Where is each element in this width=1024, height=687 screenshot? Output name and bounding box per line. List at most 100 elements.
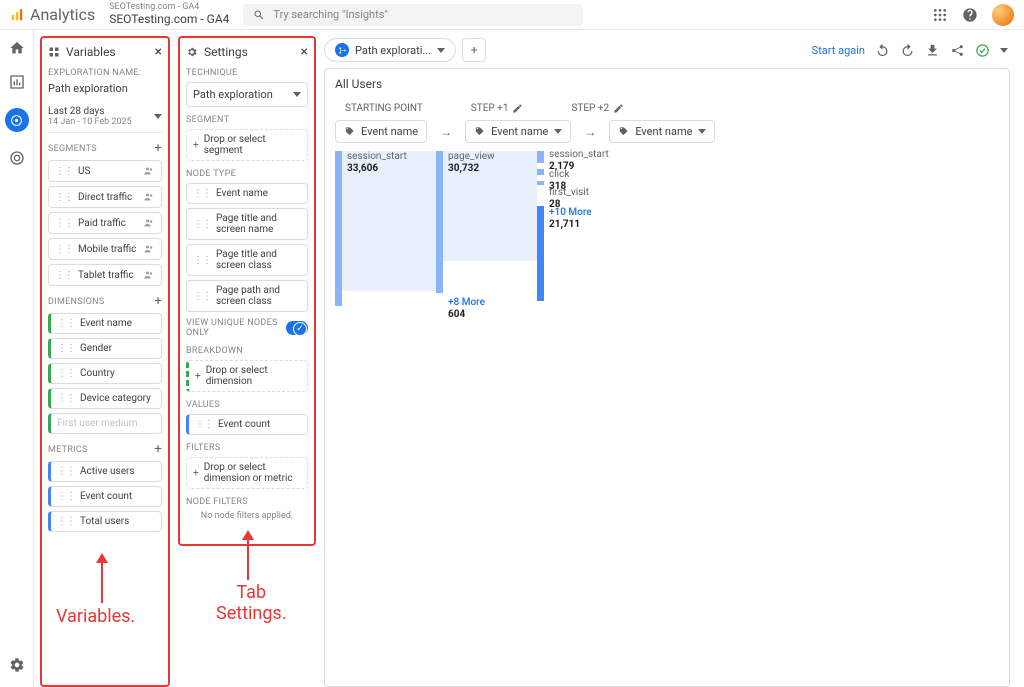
variables-title: Variables — [66, 45, 116, 59]
sankey-diagram: session_start33,606 page_view30,732 +8 M… — [335, 151, 999, 351]
add-dimension-button[interactable]: + — [154, 294, 162, 309]
annotation-tab-settings: Tab Settings. — [216, 582, 286, 624]
pencil-icon[interactable] — [512, 103, 523, 114]
search-box[interactable]: Try searching "Insights" — [243, 4, 583, 26]
metric-chip[interactable]: ⋮⋮Total users — [48, 511, 162, 532]
nodetype-chip[interactable]: ⋮⋮Event name — [186, 183, 308, 204]
segment-dropzone[interactable]: +Drop or select segment — [186, 129, 308, 161]
advertising-icon[interactable] — [9, 150, 25, 166]
drag-handle-icon: ⋮⋮ — [55, 218, 73, 229]
drag-handle-icon: ⋮⋮ — [55, 244, 73, 255]
node-bar-s2-2[interactable] — [537, 169, 544, 175]
segment-chip[interactable]: ⋮⋮Paid traffic — [48, 212, 162, 234]
chevron-down-icon — [154, 114, 162, 119]
chevron-down-icon — [293, 92, 301, 97]
tag-icon — [474, 126, 485, 137]
breakdown-dropzone[interactable]: +Drop or select dimension — [186, 360, 308, 392]
property-selector[interactable]: SEOTesting.com - GA4 SEOTesting.com - GA… — [109, 3, 229, 26]
chevron-down-icon — [1000, 48, 1008, 53]
add-segment-button[interactable]: + — [154, 141, 162, 156]
metric-chip[interactable]: ⋮⋮Event count — [48, 486, 162, 507]
group-icon — [143, 269, 155, 281]
date-range-selector[interactable]: Last 28 days 14 Jan - 10 Feb 2025 — [48, 101, 162, 133]
dimension-chip[interactable]: ⋮⋮Device category — [48, 388, 162, 409]
step-pill-1[interactable]: Event name — [465, 120, 571, 143]
node-bar-s1[interactable] — [436, 151, 443, 293]
variables-icon — [48, 46, 60, 58]
brand-text: Analytics — [30, 5, 95, 24]
drag-handle-icon: ⋮⋮ — [55, 270, 73, 281]
chevron-down-icon — [698, 129, 706, 134]
explore-nav-active[interactable] — [5, 108, 29, 132]
settings-panel: Settings × TECHNIQUE Path exploration SE… — [178, 36, 316, 546]
segment-chip[interactable]: ⋮⋮Mobile traffic — [48, 238, 162, 260]
close-settings-button[interactable]: × — [301, 44, 308, 60]
undo-icon[interactable] — [875, 43, 890, 58]
group-icon — [143, 217, 155, 229]
nodetype-chip[interactable]: ⋮⋮Page path and screen class — [186, 280, 308, 312]
analytics-icon — [10, 8, 24, 22]
admin-settings-icon[interactable] — [9, 657, 25, 673]
dimension-chip[interactable]: ⋮⋮Country — [48, 363, 162, 384]
drag-handle-icon: ⋮⋮ — [193, 188, 211, 199]
node-bar-s2-1[interactable] — [537, 151, 544, 163]
close-variables-button[interactable]: × — [155, 44, 162, 60]
arrow-right-icon: → — [437, 123, 455, 141]
exploration-tab[interactable]: Path explorati... — [324, 38, 456, 62]
nodetype-chip[interactable]: ⋮⋮Page title and screen name — [186, 208, 308, 240]
nodetype-chip[interactable]: ⋮⋮Page title and screen class — [186, 244, 308, 276]
explore-icon — [10, 114, 23, 127]
step-pill-start[interactable]: Event name — [335, 120, 427, 143]
top-bar: Analytics SEOTesting.com - GA4 SEOTestin… — [0, 0, 1024, 30]
drag-handle-icon: ⋮⋮ — [55, 166, 73, 177]
segment-chip[interactable]: ⋮⋮US — [48, 160, 162, 182]
node-bar-s2-3[interactable] — [537, 181, 544, 185]
segment-chip[interactable]: ⋮⋮Direct traffic — [48, 186, 162, 208]
pencil-icon[interactable] — [613, 103, 624, 114]
analytics-logo: Analytics — [10, 5, 95, 24]
dimension-chip-ghost[interactable]: First user medium — [48, 413, 162, 434]
status-ok-icon[interactable] — [975, 43, 990, 58]
segment-chip[interactable]: ⋮⋮Tablet traffic — [48, 264, 162, 286]
drag-handle-icon: ⋮⋮ — [57, 318, 75, 329]
tag-icon — [618, 126, 629, 137]
drag-handle-icon: ⋮⋮ — [57, 393, 75, 404]
metric-chip[interactable]: ⋮⋮Active users — [48, 461, 162, 482]
step-pill-2[interactable]: Event name — [609, 120, 715, 143]
apps-icon[interactable] — [932, 7, 948, 23]
dimension-chip[interactable]: ⋮⋮Gender — [48, 338, 162, 359]
group-icon — [143, 191, 155, 203]
add-tab-button[interactable]: + — [462, 38, 486, 62]
path-exploration-icon — [335, 43, 349, 57]
help-icon[interactable] — [962, 7, 978, 23]
topbar-actions — [932, 4, 1014, 26]
tag-icon — [344, 126, 355, 137]
share-icon[interactable] — [950, 43, 965, 58]
drag-handle-icon: ⋮⋮ — [193, 255, 211, 266]
download-icon[interactable] — [925, 43, 940, 58]
chevron-down-icon — [554, 129, 562, 134]
arrow-right-icon: → — [581, 123, 599, 141]
drag-handle-icon: ⋮⋮ — [57, 343, 75, 354]
technique-selector[interactable]: Path exploration — [186, 82, 308, 107]
user-avatar[interactable] — [992, 4, 1014, 26]
start-again-button[interactable]: Start again — [812, 44, 865, 57]
reports-icon[interactable] — [9, 74, 25, 90]
values-chip[interactable]: ⋮⋮Event count — [186, 414, 308, 435]
dimension-chip[interactable]: ⋮⋮Event name — [48, 313, 162, 334]
add-metric-button[interactable]: + — [154, 442, 162, 457]
exploration-name[interactable]: Path exploration — [48, 82, 162, 95]
drag-handle-icon: ⋮⋮ — [57, 491, 75, 502]
unique-nodes-toggle[interactable] — [286, 321, 308, 335]
redo-icon[interactable] — [900, 43, 915, 58]
left-nav — [0, 30, 34, 687]
drag-handle-icon: ⋮⋮ — [55, 192, 73, 203]
chevron-down-icon — [437, 48, 445, 53]
home-icon[interactable] — [9, 40, 25, 56]
node-bar-start[interactable] — [335, 151, 342, 306]
node-bar-s2-more[interactable] — [537, 206, 544, 301]
group-icon — [143, 165, 155, 177]
drag-handle-icon: ⋮⋮ — [57, 466, 75, 477]
filters-dropzone[interactable]: +Drop or select dimension or metric — [186, 457, 308, 489]
group-icon — [143, 243, 155, 255]
